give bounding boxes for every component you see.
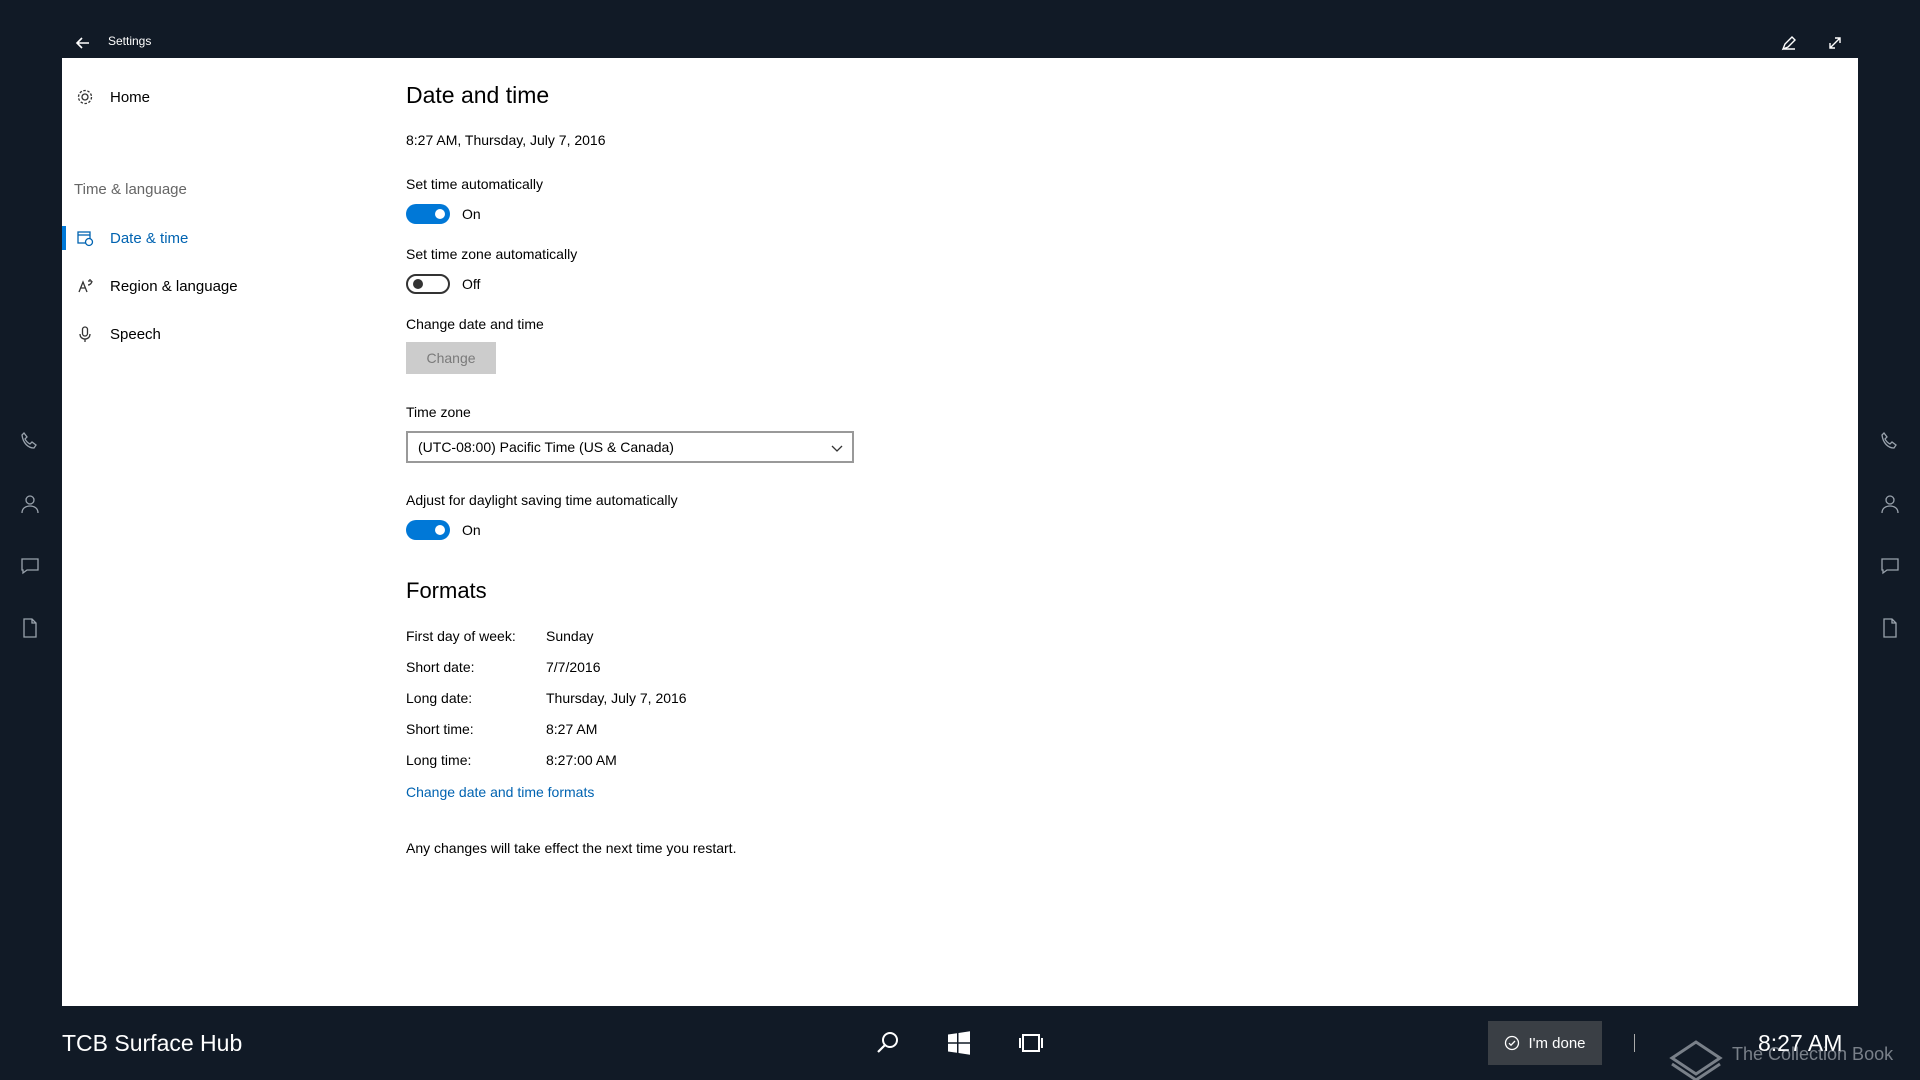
message-icon[interactable] bbox=[18, 554, 42, 578]
pen-icon[interactable] bbox=[1778, 32, 1800, 54]
nav-home-label: Home bbox=[110, 88, 151, 106]
format-label: Short time: bbox=[406, 721, 474, 737]
im-done-label: I'm done bbox=[1528, 1034, 1586, 1052]
nav-group-heading: Time & language bbox=[74, 181, 187, 198]
sidebar-item-label: Date & time bbox=[110, 229, 189, 247]
sidebar-item-speech[interactable]: Speech bbox=[62, 314, 362, 354]
set-tz-auto-toggle[interactable] bbox=[406, 274, 450, 294]
format-label: Long time: bbox=[406, 752, 472, 768]
chevron-down-icon bbox=[831, 445, 843, 452]
sidebar-item-date-time[interactable]: Date & time bbox=[62, 218, 362, 258]
right-rail bbox=[1860, 430, 1920, 678]
format-value: 8:27:00 AM bbox=[546, 752, 617, 768]
back-arrow-icon[interactable] bbox=[72, 32, 94, 54]
windows-start-icon[interactable] bbox=[946, 1030, 972, 1056]
sidebar-item-label: Speech bbox=[110, 325, 161, 343]
change-dt-label: Change date and time bbox=[406, 316, 544, 332]
device-name: TCB Surface Hub bbox=[62, 1030, 243, 1056]
title-bar: Settings bbox=[62, 28, 1858, 58]
sidebar-item-region-language[interactable]: Region & language bbox=[62, 266, 362, 306]
check-circle-icon bbox=[1505, 1035, 1520, 1051]
format-value: 8:27 AM bbox=[546, 721, 598, 737]
language-icon bbox=[78, 279, 93, 293]
timezone-dropdown[interactable]: (UTC-08:00) Pacific Time (US & Canada) bbox=[406, 431, 854, 463]
document-icon[interactable] bbox=[18, 616, 42, 640]
set-time-auto-state: On bbox=[462, 206, 481, 222]
format-value: Thursday, July 7, 2016 bbox=[546, 690, 687, 706]
restart-note: Any changes will take effect the next ti… bbox=[406, 840, 737, 856]
format-value: Sunday bbox=[546, 628, 594, 644]
person-icon[interactable] bbox=[18, 492, 42, 516]
document-icon[interactable] bbox=[1878, 616, 1902, 640]
change-formats-link[interactable]: Change date and time formats bbox=[406, 784, 594, 800]
task-view-icon[interactable] bbox=[1018, 1030, 1044, 1056]
set-tz-auto-state: Off bbox=[462, 276, 481, 292]
watermark: The Collection Book bbox=[1666, 1028, 1916, 1080]
phone-icon[interactable] bbox=[18, 430, 42, 454]
expand-icon[interactable] bbox=[1824, 32, 1846, 54]
phone-icon[interactable] bbox=[1878, 430, 1902, 454]
nav-home[interactable]: Home bbox=[76, 82, 150, 112]
page-title: Date and time bbox=[406, 82, 550, 108]
calendar-clock-icon bbox=[77, 231, 94, 247]
format-value: 7/7/2016 bbox=[546, 659, 601, 675]
format-label: Long date: bbox=[406, 690, 473, 706]
watermark-text: The Collection Book bbox=[1732, 1044, 1894, 1064]
book-logo-icon bbox=[1669, 1040, 1723, 1080]
left-rail bbox=[0, 430, 60, 678]
gear-icon bbox=[77, 89, 93, 105]
set-time-auto-label: Set time automatically bbox=[406, 176, 543, 192]
im-done-button[interactable]: I'm done bbox=[1488, 1021, 1602, 1065]
dst-state: On bbox=[462, 522, 481, 538]
set-time-auto-toggle[interactable] bbox=[406, 204, 450, 224]
format-label: Short date: bbox=[406, 659, 475, 675]
window-title: Settings bbox=[108, 34, 152, 48]
change-button[interactable]: Change bbox=[406, 342, 496, 374]
person-icon[interactable] bbox=[1878, 492, 1902, 516]
timezone-value: (UTC-08:00) Pacific Time (US & Canada) bbox=[418, 439, 674, 455]
message-icon[interactable] bbox=[1878, 554, 1902, 578]
format-label: First day of week: bbox=[406, 628, 516, 644]
timezone-label: Time zone bbox=[406, 404, 471, 420]
taskbar-separator bbox=[1634, 1034, 1635, 1052]
current-datetime: 8:27 AM, Thursday, July 7, 2016 bbox=[406, 132, 606, 148]
formats-heading: Formats bbox=[406, 578, 487, 603]
microphone-icon bbox=[79, 326, 91, 342]
dst-label: Adjust for daylight saving time automati… bbox=[406, 492, 678, 508]
set-tz-auto-label: Set time zone automatically bbox=[406, 246, 578, 262]
sidebar-item-label: Region & language bbox=[110, 277, 238, 295]
dst-toggle[interactable] bbox=[406, 520, 450, 540]
settings-window: Home Time & language Date & time Region … bbox=[62, 58, 1858, 1006]
search-icon[interactable] bbox=[875, 1030, 901, 1056]
